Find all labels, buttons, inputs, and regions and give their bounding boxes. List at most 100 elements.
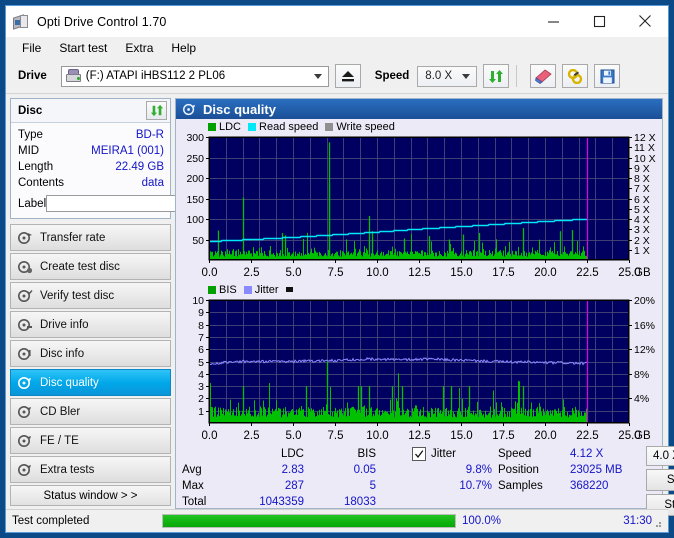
sidebar-item-extra-tests[interactable]: Extra tests [10, 456, 171, 483]
disc-row-key: Type [18, 129, 43, 141]
sidebar-item-create-test-disc[interactable]: Create test disc [10, 253, 171, 280]
main-body: Disc Type BD-R MID MEIRA1 (001) Length 2… [6, 94, 674, 516]
svg-text:3: 3 [198, 381, 204, 393]
speed-stat-label: Speed [498, 448, 532, 460]
svg-text:2.5: 2.5 [244, 267, 260, 279]
disc-quality-icon [18, 376, 31, 389]
drive-select-value: (F:) ATAPI iHBS112 2 PL06 [85, 70, 226, 82]
refresh-button[interactable] [483, 64, 510, 88]
charts-area: LDC Read speed Write speed 300 250 200 150 1… [176, 119, 662, 444]
status-window-button[interactable]: Status window > > [10, 485, 171, 506]
disc-row-type: Type BD-R [18, 127, 164, 143]
test-speed-select[interactable]: 4.0 X [646, 446, 674, 466]
svg-text:17.5: 17.5 [492, 267, 514, 279]
svg-text:5.0: 5.0 [286, 267, 302, 279]
disc-refresh-button[interactable] [146, 101, 167, 120]
svg-text:7.5: 7.5 [328, 267, 344, 279]
samples-stat-value: 368220 [570, 480, 609, 492]
status-window-wrap: Status window > > [10, 485, 171, 510]
speed-select-value: 8.0 X [425, 70, 453, 82]
sidebar-item-transfer-rate[interactable]: Transfer rate [10, 224, 171, 251]
minimize-button[interactable] [530, 6, 576, 36]
svg-text:4: 4 [198, 369, 204, 381]
sidebar-item-drive-info[interactable]: Drive info [10, 311, 171, 338]
sidebar-item-disc-quality[interactable]: Disc quality [10, 369, 171, 396]
disc-row-key: Length [18, 161, 54, 173]
sidebar-item-label: Drive info [40, 318, 89, 331]
eject-icon [341, 71, 354, 82]
resize-grip-icon[interactable] [652, 518, 662, 528]
svg-text:7: 7 [198, 332, 204, 344]
svg-text:5.0: 5.0 [286, 430, 302, 442]
progress-percent: 100.0% [462, 515, 502, 527]
bis-chart-legend: BIS Jitter [178, 283, 660, 296]
svg-text:8%: 8% [634, 369, 649, 381]
position-stat-label: Position [498, 464, 539, 476]
close-button[interactable] [622, 6, 668, 36]
erase-button[interactable] [530, 64, 557, 88]
menu-help[interactable]: Help [163, 39, 204, 57]
table-row: Total 1043359 18033 [182, 494, 412, 510]
jitter-legend-swatch [243, 285, 252, 294]
eject-button[interactable] [334, 64, 361, 88]
sidebar-item-fe-te[interactable]: FE / TE [10, 427, 171, 454]
stats-row-label: Avg [182, 464, 202, 476]
elapsed-time: 31:30 [623, 515, 652, 527]
save-button[interactable] [594, 64, 621, 88]
stats-total-bis: 18033 [344, 496, 376, 508]
svg-text:0.0: 0.0 [202, 430, 218, 442]
stats-table: LDC BIS Avg 2.83 0.05 Max 287 5 Total 10… [182, 446, 412, 516]
disc-label-key: Label [18, 197, 47, 210]
maximize-button[interactable] [576, 6, 622, 36]
stats-header-blank [182, 446, 222, 462]
stats-avg-ldc: 2.83 [281, 464, 304, 476]
test-speed-value: 4.0 X [653, 450, 674, 462]
svg-text:0.0: 0.0 [202, 267, 218, 279]
disc-panel-header: Disc [11, 99, 170, 123]
ldc-chart: 300 250 200 150 100 50 12 X 11 X 10 X9 X8 X7 X6 … [178, 133, 660, 281]
create-test-disc-icon [18, 260, 33, 273]
svg-text:7.5: 7.5 [328, 430, 344, 442]
svg-text:12.5: 12.5 [408, 430, 430, 442]
write-speed-legend-swatch [325, 122, 334, 131]
status-message: Test completed [12, 515, 90, 527]
sidebar-item-disc-info[interactable]: Disc info [10, 340, 171, 367]
drive-select[interactable]: (F:) ATAPI iHBS112 2 PL06 [60, 65, 329, 87]
sidebar-item-label: Verify test disc [40, 289, 115, 302]
jitter-max: 10.7% [459, 480, 492, 492]
svg-text:200: 200 [186, 173, 204, 185]
table-row: Max 287 5 [182, 478, 412, 494]
sidebar-item-label: Disc quality [40, 376, 99, 389]
disc-quality-icon [183, 103, 196, 115]
sidebar-item-cd-bler[interactable]: CD Bler [10, 398, 171, 425]
svg-text:20%: 20% [634, 296, 655, 307]
jitter-avg: 9.8% [465, 464, 492, 476]
disc-panel: Disc Type BD-R MID MEIRA1 (001) Length 2… [10, 98, 250, 219]
disc-row-value: MEIRA1 (001) [91, 145, 164, 157]
bitsetting-button[interactable] [562, 64, 589, 88]
stats-row-label: Max [182, 480, 204, 492]
start-full-button[interactable]: Start full [646, 469, 674, 491]
drive-label: Drive [18, 70, 47, 82]
speed-select[interactable]: 8.0 X [417, 65, 478, 87]
speed-stat-value: 4.12 X [570, 448, 604, 460]
menu-extra[interactable]: Extra [117, 39, 161, 57]
sidebar-item-label: CD Bler [40, 405, 81, 418]
ldc-legend-swatch [208, 122, 216, 131]
svg-text:22.5: 22.5 [576, 267, 598, 279]
menu-start-test[interactable]: Start test [51, 39, 115, 57]
menu-file[interactable]: File [14, 39, 49, 57]
svg-text:8: 8 [198, 320, 204, 332]
jitter-checkbox[interactable] [412, 447, 426, 461]
ldc-legend-label: LDC [219, 120, 242, 133]
statistics-area: LDC BIS Avg 2.83 0.05 Max 287 5 Total 10… [176, 444, 674, 516]
save-icon [600, 69, 615, 83]
disc-info-icon [18, 347, 31, 360]
bis-legend-label: BIS [219, 283, 237, 296]
sidebar-item-verify-test-disc[interactable]: Verify test disc [10, 282, 171, 309]
chevron-down-icon [462, 73, 471, 79]
write-speed-legend-swatch-2 [285, 287, 293, 292]
jitter-checkbox-row[interactable]: Jitter [412, 446, 498, 462]
ldc-chart-legend: LDC Read speed Write speed [178, 120, 660, 133]
sidebar-item-label: Create test disc [40, 260, 120, 273]
